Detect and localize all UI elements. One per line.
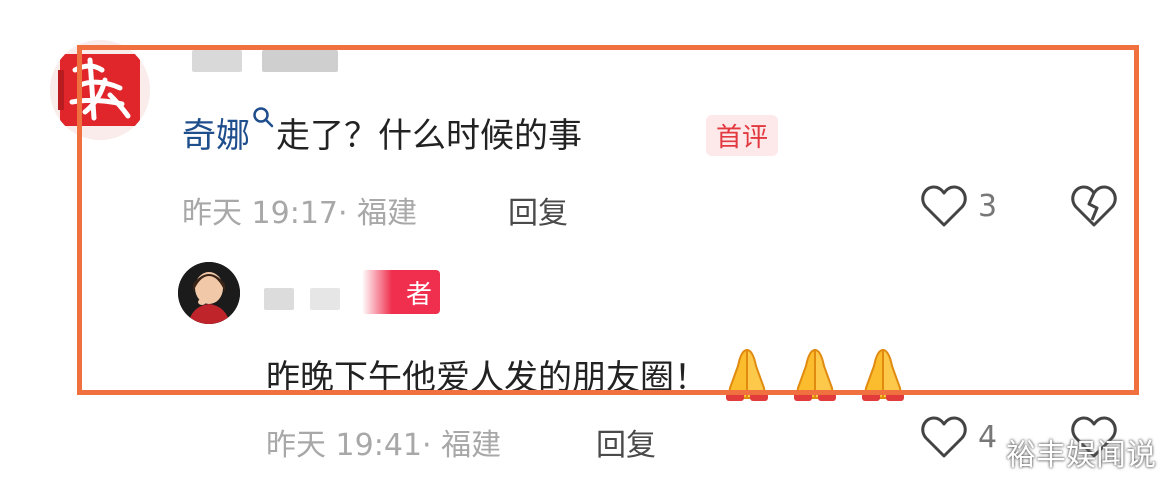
heart-icon: [920, 416, 968, 463]
reply-like-count: 4: [978, 420, 998, 455]
reply-like-button[interactable]: [920, 415, 968, 463]
highlight-annotation-box: [77, 45, 1139, 395]
reply-reply-button[interactable]: 回复: [596, 420, 656, 464]
watermark: 裕丰娱闻说: [1006, 438, 1156, 473]
reply-timestamp: 昨天 19:41· 福建: [266, 428, 502, 463]
